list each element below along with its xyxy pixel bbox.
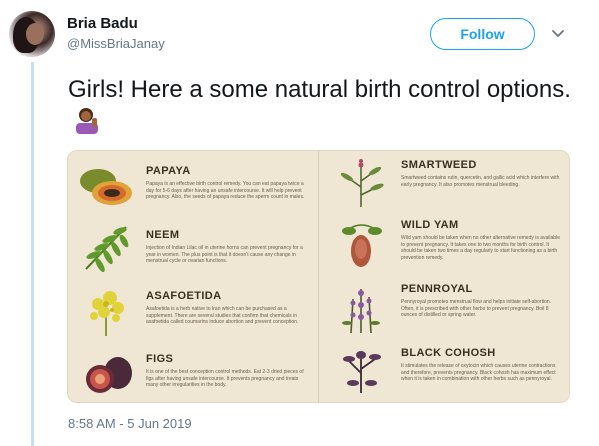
follow-button[interactable]: Follow: [430, 18, 535, 50]
woman-tipping-hand-emoji-icon: [76, 108, 98, 134]
remedy-description: Injection of Indian Lilac oil in uterine…: [146, 245, 303, 265]
tweet-text: Girls! Here a some natural birth control…: [68, 74, 578, 139]
black-cohosh-plant-icon: [343, 351, 381, 393]
card-left-column: PAPAYA Papaya is an effective birth cont…: [68, 151, 318, 402]
info-card[interactable]: PAPAYA Papaya is an effective birth cont…: [67, 150, 570, 403]
asafoetida-flower-icon: [90, 291, 124, 336]
remedy-title: FIGS: [146, 353, 174, 365]
remedy-title: ASAFOETIDA: [146, 290, 222, 302]
tweet-timestamp[interactable]: 8:58 AM - 5 Jun 2019: [68, 416, 192, 431]
pennyroyal-plant-icon: [342, 289, 380, 334]
fig-icon: [86, 357, 132, 393]
avatar-face: [26, 23, 44, 45]
remedy-title: NEEM: [146, 229, 180, 241]
wild-yam-icon: [342, 224, 382, 267]
neem-leaf-icon: [85, 226, 129, 273]
avatar[interactable]: [9, 11, 55, 57]
author-name[interactable]: Bria Badu: [67, 15, 138, 32]
tweet-body: Girls! Here a some natural birth control…: [68, 76, 571, 103]
papaya-icon: [80, 169, 132, 205]
remedy-title: BLACK COHOSH: [401, 347, 496, 359]
remedy-description: Smartweed contains rutin, quercetin, and…: [401, 175, 560, 188]
remedy-description: It stimulates the release of oxytocin wh…: [401, 363, 556, 383]
thread-line: [31, 62, 34, 446]
remedy-title: WILD YAM: [401, 219, 459, 231]
remedy-title: PENNROYAL: [401, 283, 473, 295]
remedy-title: SMARTWEED: [401, 159, 477, 171]
smartweed-plant-icon: [340, 159, 384, 207]
remedy-description: Asafoetida is a herb native to Iran whic…: [146, 306, 299, 326]
remedy-description: Wild yam should be taken when no other a…: [401, 235, 560, 261]
card-right-column: SMARTWEED Smartweed contains rutin, quer…: [319, 151, 569, 402]
remedy-title: PAPAYA: [146, 165, 191, 177]
remedy-description: It is one of the best conception control…: [146, 369, 304, 389]
chevron-down-icon[interactable]: [550, 26, 566, 42]
remedy-description: Papaya is an effective birth control rem…: [146, 181, 305, 201]
author-handle[interactable]: @MissBriaJanay: [67, 36, 165, 51]
remedy-description: Pennyroyal promotes menstrual flow and h…: [401, 299, 552, 319]
